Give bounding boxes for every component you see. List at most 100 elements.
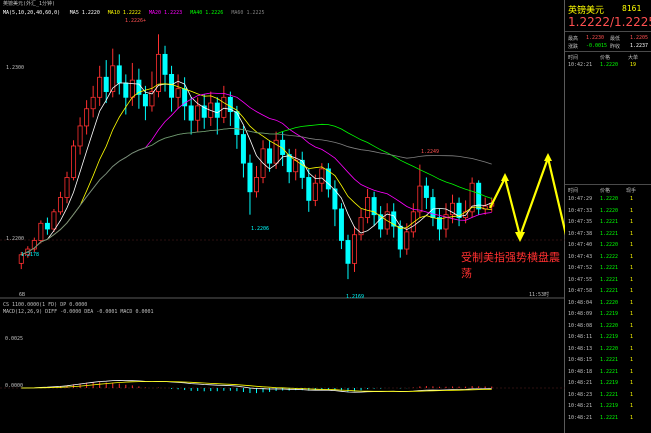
macd-axis-top: 0.0025	[5, 336, 24, 342]
tick-row[interactable]: 10:48:23 1.2221 1	[568, 392, 650, 401]
tick-time: 10:47:58	[568, 288, 593, 294]
candle-body	[423, 185, 429, 198]
candle-body	[103, 76, 109, 92]
candle-body	[155, 53, 161, 92]
candle-body	[267, 148, 273, 164]
tick-volume: 1	[630, 253, 634, 260]
tick-row[interactable]: 10:48:13 1.2220 1	[568, 346, 650, 355]
quote-code: 8161	[622, 4, 642, 13]
candle-body	[352, 234, 358, 264]
volume-label: CS 1100.0000(1 FD) DP 0.0000	[3, 302, 88, 308]
kline-chart[interactable]	[0, 0, 565, 433]
candle-body	[365, 197, 371, 218]
tick-time: 10:48:21	[568, 414, 593, 421]
ma-legend-item: MA60 1.2225	[231, 10, 265, 16]
candle-body	[116, 65, 122, 84]
tick-row[interactable]: 10:48:21 1.2221 1	[568, 415, 650, 424]
candle-body	[142, 94, 148, 107]
large-order-row[interactable]: 10:42:21 1.2220 19	[568, 62, 650, 71]
divider	[565, 51, 651, 52]
tick-time: 10:48:09	[568, 311, 593, 317]
tick-time: 10:47:33	[568, 207, 593, 214]
annotation-low2: 1.2169	[346, 294, 365, 300]
tick-row[interactable]: 10:47:29 1.2220 1	[568, 196, 650, 205]
tick-row[interactable]: 10:47:43 1.2222 1	[568, 254, 650, 263]
tick-volume: 1	[630, 311, 634, 317]
tick-price: 1.2219	[600, 403, 619, 409]
tick-row[interactable]: 10:48:18 1.2221 1	[568, 369, 650, 378]
tick-time: 10:48:04	[568, 299, 593, 306]
candle-body	[312, 182, 318, 201]
symbol-label: 英镑美元(外汇_1分钟)	[3, 1, 56, 7]
tick-row[interactable]: 10:47:55 1.2221 1	[568, 277, 650, 286]
tick-time: 10:47:35	[568, 219, 593, 225]
divider	[565, 184, 651, 185]
candle-body	[306, 177, 312, 201]
tick-row[interactable]: 10:47:40 1.2220 1	[568, 242, 650, 251]
tick-volume: 1	[630, 368, 634, 375]
tick-time: 10:48:21	[568, 403, 593, 409]
price-axis-top: 1.2300	[6, 65, 25, 71]
tick-volume: 1	[630, 345, 634, 352]
tick-price: 1.2219	[600, 311, 619, 317]
forecast-arrow-head	[544, 153, 552, 161]
tick-head: 时间 价格 现手	[568, 188, 637, 194]
tick-time: 10:47:43	[568, 253, 593, 260]
ma-legend-item: MA(5,10,20,40,60,0)	[3, 10, 61, 16]
tick-price: 1.2220	[600, 299, 619, 306]
tick-price: 1.2221	[600, 219, 619, 225]
tick-price: 1.2221	[600, 230, 619, 237]
tick-time: 10:48:08	[568, 322, 593, 329]
tick-price: 1.2220	[600, 242, 619, 248]
tick-row[interactable]: 10:48:04 1.2220 1	[568, 300, 650, 309]
tick-row[interactable]: 10:47:58 1.2221 1	[568, 288, 650, 297]
tick-row[interactable]: 10:48:21 1.2219 1	[568, 380, 650, 389]
annotation-left-low: 1.2178	[21, 252, 40, 258]
annotation-low1: 1.2206	[251, 226, 270, 232]
tick-price: 1.2221	[600, 391, 619, 398]
candle-body	[247, 162, 253, 193]
tick-row[interactable]: 10:48:11 1.2219 1	[568, 334, 650, 343]
tick-price: 1.2221	[600, 288, 619, 294]
tick-volume: 1	[630, 391, 634, 398]
tick-volume: 1	[630, 242, 634, 248]
tick-volume: 1	[630, 276, 634, 283]
time-end: 11:53时	[529, 292, 550, 298]
ma-legend-item: MA40 1.2226	[190, 10, 224, 16]
macd-axis-zero: 0.0000	[5, 383, 24, 389]
forecast-zigzag	[489, 154, 565, 240]
chart-area[interactable]: 英镑美元(外汇_1分钟) MA(5,10,20,40,60,0) MA5 1.22…	[0, 0, 565, 433]
tick-price: 1.2220	[600, 345, 619, 352]
time-start: 6B	[19, 292, 26, 298]
ma-legend-item: MA5 1.2220	[69, 10, 100, 16]
tick-row[interactable]: 10:47:52 1.2221 1	[568, 265, 650, 274]
tick-volume: 1	[630, 299, 634, 306]
tick-row[interactable]: 10:48:15 1.2221 1	[568, 357, 650, 366]
price-axis-mid: 1.2200	[6, 236, 25, 242]
candle-body	[129, 79, 135, 98]
tick-time: 10:48:13	[568, 345, 593, 352]
quote-price: 1.2222/1.2225	[568, 15, 651, 29]
tick-volume: 1	[630, 403, 634, 409]
tick-row[interactable]: 10:48:21 1.2219 1	[568, 403, 650, 412]
tick-row[interactable]: 10:47:35 1.2221 1	[568, 219, 650, 228]
candle-body	[38, 222, 44, 241]
candle-body	[51, 211, 57, 230]
candle-body	[44, 222, 50, 230]
tick-row[interactable]: 10:47:38 1.2221 1	[568, 231, 650, 240]
tick-price: 1.2221	[600, 414, 619, 421]
tick-price: 1.2219	[600, 334, 619, 340]
tick-row[interactable]: 10:48:09 1.2219 1	[568, 311, 650, 320]
candle-body	[404, 231, 410, 250]
candle-body	[169, 74, 175, 98]
forecast-arrow-head	[515, 232, 525, 242]
tick-time: 10:48:18	[568, 368, 593, 375]
tick-volume: 1	[630, 219, 634, 225]
tick-volume: 1	[630, 207, 634, 214]
tick-volume: 1	[630, 196, 634, 202]
tick-volume: 1	[630, 357, 634, 363]
tick-row[interactable]: 10:48:08 1.2220 1	[568, 323, 650, 332]
candle-body	[417, 185, 423, 213]
tick-price: 1.2221	[600, 276, 619, 283]
tick-row[interactable]: 10:47:33 1.2220 1	[568, 208, 650, 217]
